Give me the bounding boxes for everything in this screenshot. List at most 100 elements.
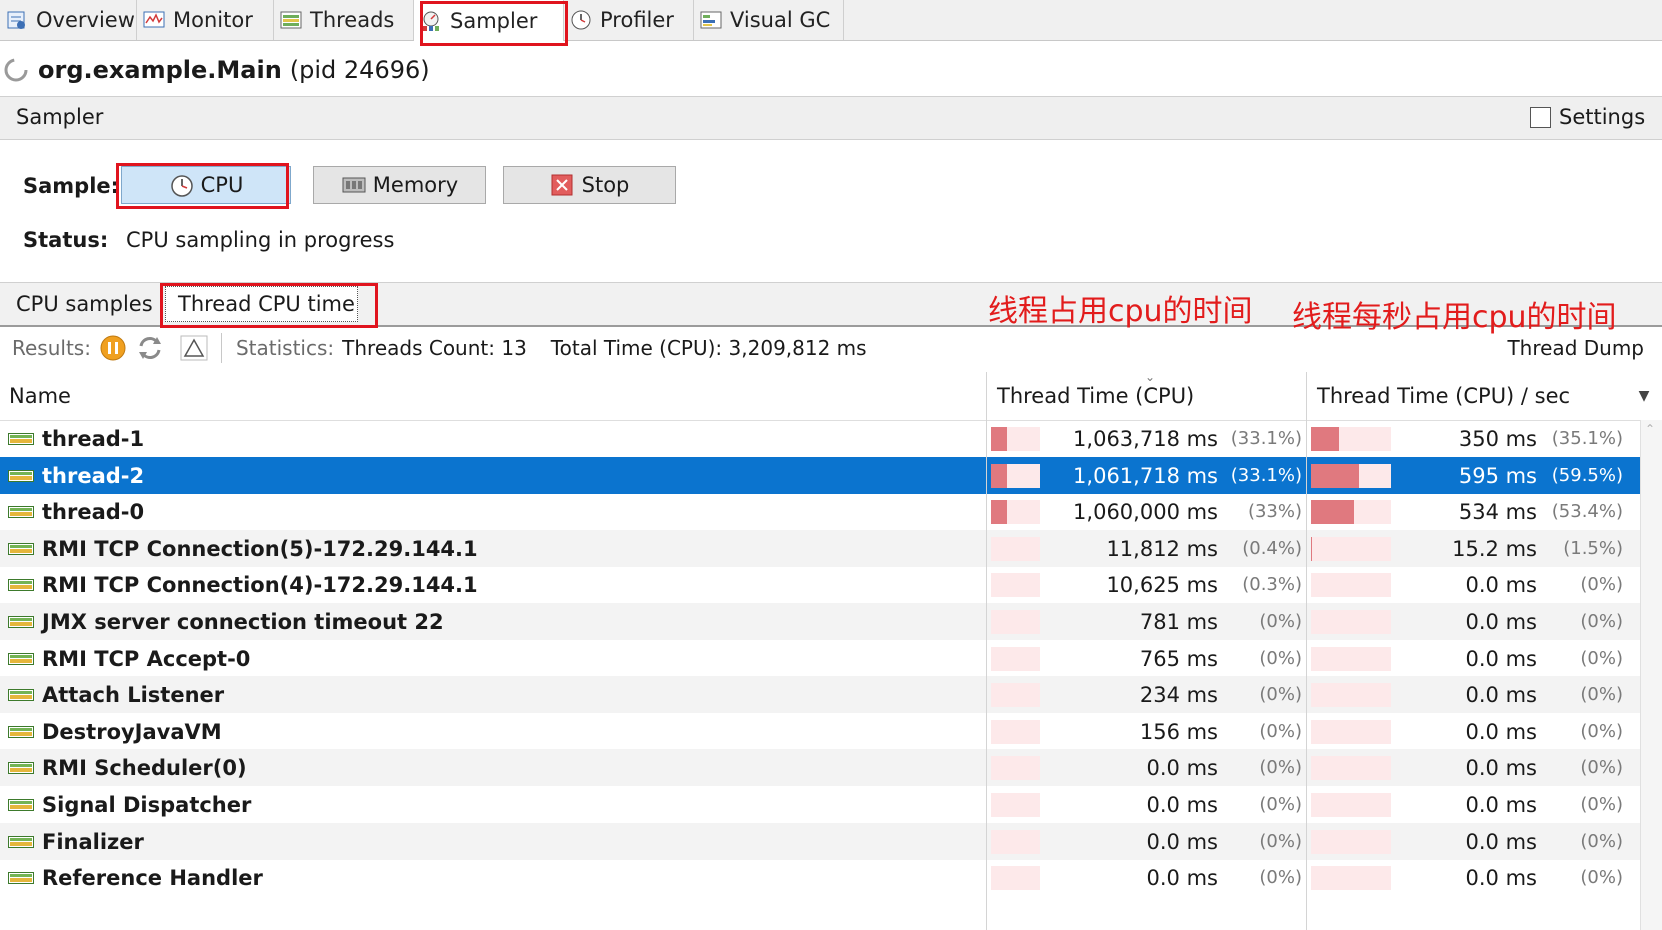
thread-name: Reference Handler: [42, 865, 263, 890]
cpu-per-sec-value: 534 ms: [1458, 499, 1537, 524]
cpu-sample-button[interactable]: CPU: [121, 166, 291, 204]
table-row[interactable]: Signal Dispatcher 0.0 ms (0%) 0.0 ms (0%): [0, 786, 1640, 823]
thread-icon: [8, 469, 34, 482]
column-header-thread-cpu-per-sec[interactable]: Thread Time (CPU) / sec: [1307, 372, 1640, 421]
tab-monitor[interactable]: Monitor: [137, 0, 274, 40]
profiler-icon: [571, 10, 591, 30]
thread-name: JMX server connection timeout 22: [42, 609, 444, 634]
cpu-time-bar: [991, 537, 1040, 561]
table-row[interactable]: RMI TCP Connection(5)-172.29.144.1 11,812…: [0, 530, 1640, 567]
cpu-time-percent: (0%): [1259, 757, 1302, 778]
cpu-per-sec-bar-fill: [1311, 537, 1312, 561]
cpu-per-sec-percent: (0%): [1580, 794, 1623, 815]
tab-monitor-label: Monitor: [173, 8, 253, 32]
cpu-time-bar: [991, 756, 1040, 780]
column-header-thread-cpu-time[interactable]: ⌄ Thread Time (CPU): [987, 370, 1306, 421]
scroll-up-icon[interactable]: ⌃: [1645, 422, 1655, 436]
cpu-per-sec-percent: (0%): [1580, 611, 1623, 632]
cpu-per-sec-bar: [1311, 830, 1391, 854]
thread-dump-button[interactable]: Thread Dump: [1507, 336, 1644, 360]
thread-icon: [8, 835, 34, 848]
thread-icon: [8, 798, 34, 811]
settings-toggle[interactable]: Settings: [1530, 105, 1645, 129]
total-cpu-time: Total Time (CPU): 3,209,812 ms: [550, 336, 867, 360]
cpu-per-sec-bar: [1311, 683, 1391, 707]
vertical-scrollbar[interactable]: ⌃: [1640, 420, 1662, 930]
cpu-time-value: 10,625 ms: [1106, 572, 1218, 597]
thread-name-cell: JMX server connection timeout 22: [8, 603, 444, 640]
cpu-per-sec-percent: (0%): [1580, 721, 1623, 742]
stop-button-label: Stop: [581, 173, 630, 197]
cpu-time-bar: [991, 683, 1040, 707]
thread-icon: [8, 725, 34, 738]
cpu-per-sec-value: 0.0 ms: [1465, 865, 1537, 890]
tab-cpu-samples[interactable]: CPU samples: [16, 283, 153, 325]
main-class-name: org.example.Main: [38, 56, 282, 84]
cpu-per-sec-bar: [1311, 756, 1391, 780]
thread-name: Attach Listener: [42, 682, 225, 707]
table-row[interactable]: thread-0 1,060,000 ms (33%) 534 ms (53.4%): [0, 493, 1640, 530]
thread-name-cell: Reference Handler: [8, 859, 263, 896]
column-chooser-button[interactable]: ▼: [1626, 372, 1662, 421]
cpu-time-bar: [991, 427, 1040, 451]
tab-sampler-label: Sampler: [450, 8, 538, 33]
cpu-time-percent: (0%): [1259, 831, 1302, 852]
chevron-down-icon: ▼: [1638, 388, 1650, 404]
table-row[interactable]: Finalizer 0.0 ms (0%) 0.0 ms (0%): [0, 823, 1640, 860]
tab-threads[interactable]: Threads: [274, 0, 414, 40]
cpu-time-percent: (0%): [1259, 721, 1302, 742]
table-row[interactable]: thread-1 1,063,718 ms (33.1%) 350 ms (35.1%): [0, 420, 1640, 457]
cpu-per-sec-bar: [1311, 647, 1391, 671]
cpu-time-bar: [991, 720, 1040, 744]
table-row[interactable]: RMI TCP Accept-0 765 ms (0%) 0.0 ms (0%): [0, 640, 1640, 677]
pause-icon[interactable]: [99, 334, 127, 362]
cpu-time-percent: (33%): [1247, 501, 1302, 522]
table-row[interactable]: DestroyJavaVM 156 ms (0%) 0.0 ms (0%): [0, 713, 1640, 750]
cpu-time-value: 1,063,718 ms: [1073, 426, 1218, 451]
threads-icon: [280, 11, 302, 29]
refresh-icon[interactable]: [135, 334, 165, 362]
cpu-time-bar-fill: [991, 464, 1007, 488]
tab-visual-gc[interactable]: Visual GC: [694, 0, 844, 40]
results-toolbar: Results: Statistics: Threads Count: 13 T…: [0, 326, 1662, 370]
tab-sampler[interactable]: Sampler: [414, 0, 564, 41]
cpu-per-sec-value: 0.0 ms: [1465, 572, 1537, 597]
cpu-time-value: 0.0 ms: [1146, 755, 1218, 780]
cpu-per-sec-bar: [1311, 537, 1391, 561]
cpu-per-sec-bar: [1311, 464, 1391, 488]
cpu-time-percent: (0%): [1259, 867, 1302, 888]
thread-name-cell: Attach Listener: [8, 676, 224, 713]
tab-profiler[interactable]: Profiler: [564, 0, 694, 40]
tab-overview[interactable]: Overview: [0, 0, 137, 40]
cpu-time-percent: (0%): [1259, 794, 1302, 815]
cpu-per-sec-bar-fill: [1311, 464, 1359, 488]
tab-threads-label: Threads: [310, 8, 395, 32]
thread-name: DestroyJavaVM: [42, 719, 222, 744]
monitor-icon: [143, 11, 165, 28]
table-row[interactable]: RMI TCP Connection(4)-172.29.144.1 10,625…: [0, 566, 1640, 603]
tab-overview-label: Overview: [36, 8, 135, 32]
overview-icon: [7, 11, 25, 29]
cpu-per-sec-percent: (59.5%): [1551, 465, 1623, 486]
memory-sample-button[interactable]: Memory: [313, 166, 486, 204]
cpu-time-value: 1,060,000 ms: [1073, 499, 1218, 524]
stop-sample-button[interactable]: Stop: [503, 166, 676, 204]
column-divider: [1306, 372, 1307, 930]
table-row[interactable]: JMX server connection timeout 22 781 ms (0…: [0, 603, 1640, 640]
table-row[interactable]: Attach Listener 234 ms (0%) 0.0 ms (0%): [0, 676, 1640, 713]
table-row[interactable]: Reference Handler 0.0 ms (0%) 0.0 ms (0%): [0, 859, 1640, 896]
table-row[interactable]: RMI Scheduler(0) 0.0 ms (0%) 0.0 ms (0%): [0, 749, 1640, 786]
cpu-time-value: 234 ms: [1139, 682, 1218, 707]
settings-checkbox[interactable]: [1530, 106, 1551, 128]
cpu-time-bar: [991, 866, 1040, 890]
column-header-name[interactable]: Name: [0, 372, 986, 421]
cpu-per-sec-percent: (0%): [1580, 648, 1623, 669]
cpu-time-bar-fill: [991, 500, 1007, 524]
thread-icon: [8, 615, 34, 628]
cpu-time-percent: (0.4%): [1242, 538, 1302, 559]
delta-icon[interactable]: [179, 334, 209, 362]
cpu-per-sec-percent: (1.5%): [1563, 538, 1623, 559]
table-row[interactable]: thread-2 1,061,718 ms (33.1%) 595 ms (59.5%): [0, 457, 1640, 494]
tab-thread-cpu-time[interactable]: Thread CPU time: [165, 286, 358, 322]
thread-icon: [8, 652, 34, 665]
